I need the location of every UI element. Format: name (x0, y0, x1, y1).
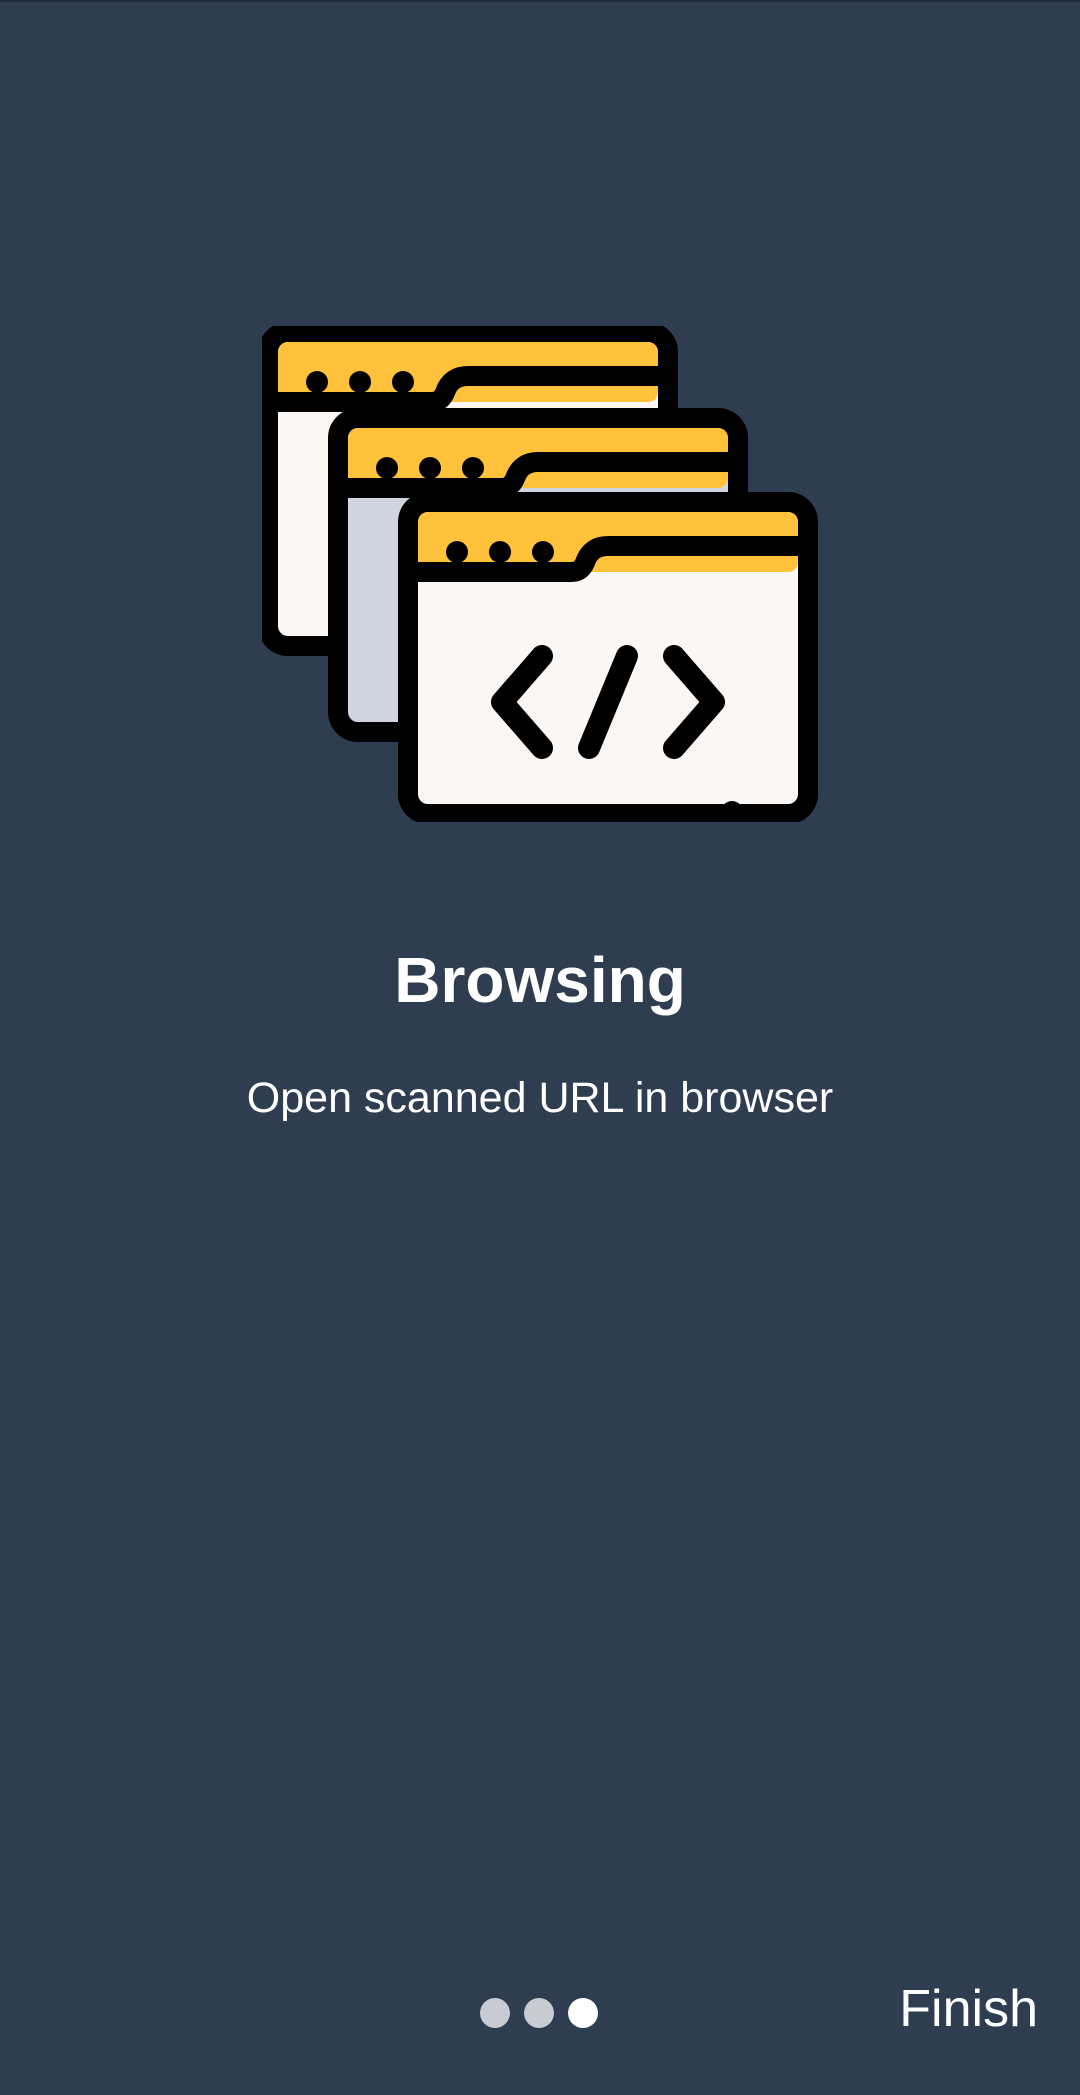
page-dot-1[interactable] (480, 1998, 510, 2028)
status-bar-edge (0, 0, 1080, 2)
page-title: Browsing (394, 944, 686, 1016)
finish-button[interactable]: Finish (899, 1974, 1038, 2044)
page-dot-2[interactable] (524, 1998, 554, 2028)
page-indicator (480, 1998, 598, 2028)
page-subtitle: Open scanned URL in browser (246, 1074, 834, 1122)
browser-windows-code-icon (262, 326, 818, 822)
front-window (398, 492, 818, 822)
page-dot-3-active[interactable] (568, 1998, 598, 2028)
